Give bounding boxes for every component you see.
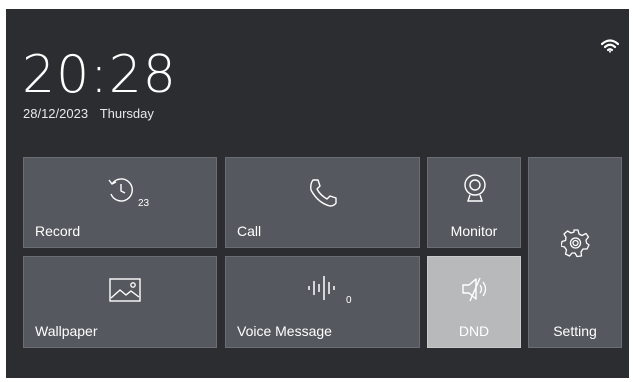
date-line: 28/12/2023 Thursday	[23, 106, 154, 121]
gear-icon	[560, 228, 591, 263]
dnd-label: DND	[458, 323, 490, 339]
soundwave-icon	[306, 273, 340, 308]
wallpaper-tile[interactable]: Wallpaper	[23, 256, 217, 348]
voice-message-tile[interactable]: 0 Voice Message	[225, 256, 420, 348]
dnd-tile[interactable]: DND	[427, 256, 521, 348]
record-label: Record	[35, 223, 81, 239]
call-tile[interactable]: Call	[225, 157, 420, 248]
voice-message-count: 0	[346, 295, 352, 306]
clock-time: 20:28	[22, 45, 177, 105]
call-label: Call	[237, 223, 262, 239]
home-screen: 20:28 28/12/2023 Thursday 23 Record Call…	[6, 9, 629, 378]
monitor-tile[interactable]: Monitor	[427, 157, 521, 248]
monitor-label: Monitor	[450, 223, 498, 239]
voice-message-label: Voice Message	[237, 323, 332, 339]
phone-icon	[306, 176, 340, 215]
weekday-text: Thursday	[99, 106, 154, 121]
setting-label: Setting	[553, 323, 597, 339]
wallpaper-label: Wallpaper	[35, 323, 98, 339]
camera-icon	[461, 172, 489, 209]
date-text: 28/12/2023	[23, 106, 89, 121]
history-icon	[106, 175, 136, 210]
record-tile[interactable]: 23 Record	[23, 157, 217, 248]
image-icon	[109, 278, 141, 307]
record-count: 23	[138, 198, 150, 209]
wifi-icon	[600, 39, 620, 58]
mute-icon	[460, 275, 492, 308]
setting-tile[interactable]: Setting	[528, 157, 622, 348]
